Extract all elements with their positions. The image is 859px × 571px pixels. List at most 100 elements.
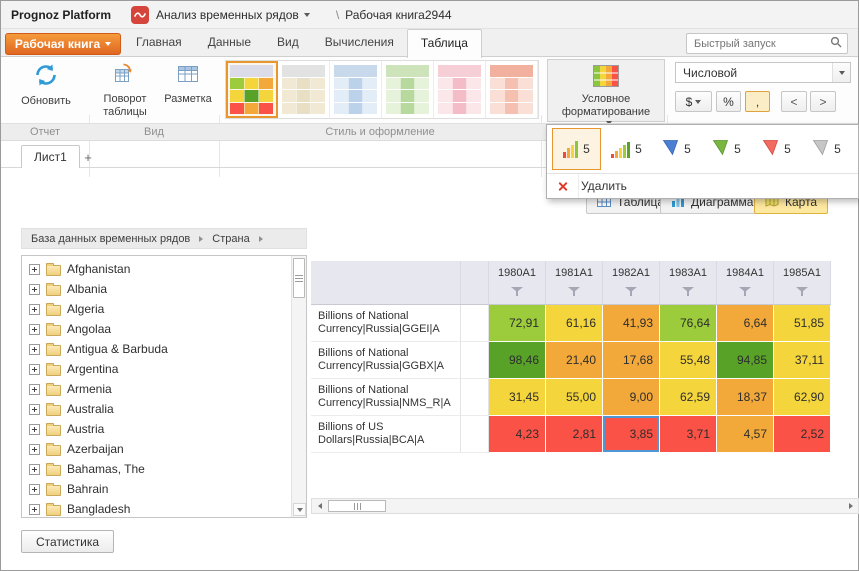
grid-cell[interactable]: 31,45 (489, 379, 546, 416)
tree-item[interactable]: Albania (29, 279, 289, 299)
grid-cell[interactable]: 2,52 (774, 416, 831, 453)
layout-button[interactable]: Разметка (159, 62, 217, 106)
tree-item[interactable]: Antigua & Barbuda (29, 339, 289, 359)
decrease-decimals-button[interactable]: < (781, 91, 807, 112)
expand-plus-icon[interactable] (29, 444, 40, 455)
scrollbar-thumb[interactable] (328, 500, 386, 512)
app-logo-icon[interactable] (131, 6, 149, 24)
tree-scrollbar[interactable] (291, 256, 306, 517)
filter-icon[interactable] (796, 287, 808, 297)
tree-item[interactable]: Algeria (29, 299, 289, 319)
expand-plus-icon[interactable] (29, 284, 40, 295)
expand-plus-icon[interactable] (29, 464, 40, 475)
grid-cell[interactable]: 21,40 (546, 342, 603, 379)
scrollbar-down-button[interactable] (293, 503, 306, 516)
expand-plus-icon[interactable] (29, 364, 40, 375)
expand-plus-icon[interactable] (29, 384, 40, 395)
app-menu-button[interactable]: Анализ временных рядов (156, 8, 310, 22)
grid-column-header[interactable]: 1983A1 (660, 261, 717, 304)
conditional-formatting-button[interactable]: Условное форматирование (547, 59, 665, 122)
tree-item[interactable]: Azerbaijan (29, 439, 289, 459)
search-icon[interactable] (830, 36, 842, 51)
menu-item-delete[interactable]: Удалить (547, 173, 858, 198)
expand-plus-icon[interactable] (29, 404, 40, 415)
breadcrumb-country[interactable]: Страна (212, 233, 249, 245)
icon-set-cone-red[interactable]: 5 (752, 128, 801, 170)
quick-search-input[interactable] (692, 37, 830, 51)
table-style-thumbnail[interactable] (434, 61, 486, 118)
grid-row-header[interactable]: Billions of US Dollars|Russia|BCA|A (311, 416, 461, 453)
grid-column-header[interactable]: 1985A1 (774, 261, 831, 304)
tree-item[interactable]: Argentina (29, 359, 289, 379)
grid-row-header[interactable]: Billions of National Currency|Russia|GGE… (311, 305, 461, 342)
tree-item[interactable]: Angolaa (29, 319, 289, 339)
table-style-thumbnail[interactable] (278, 61, 330, 118)
tree-item[interactable]: Bangladesh (29, 499, 289, 516)
grid-cell[interactable]: 94,85 (717, 342, 774, 379)
expand-plus-icon[interactable] (29, 264, 40, 275)
grid-cell[interactable]: 55,00 (546, 379, 603, 416)
currency-format-button[interactable]: $ (675, 91, 712, 112)
grid-cell[interactable]: 98,46 (489, 342, 546, 379)
table-style-thumbnail[interactable] (226, 61, 278, 118)
grid-row-header[interactable]: Billions of National Currency|Russia|GGB… (311, 342, 461, 379)
grid-cell[interactable]: 51,85 (774, 305, 831, 342)
grid-cell[interactable]: 55,48 (660, 342, 717, 379)
scrollbar-left-button[interactable] (312, 499, 327, 513)
workbook-menu-button[interactable]: Рабочая книга (5, 33, 121, 55)
grid-column-header[interactable]: 1981A1 (546, 261, 603, 304)
grid-cell[interactable]: 41,93 (603, 305, 660, 342)
expand-plus-icon[interactable] (29, 304, 40, 315)
grid-cell[interactable]: 17,68 (603, 342, 660, 379)
grid-cell[interactable]: 2,81 (546, 416, 603, 453)
table-style-thumbnail[interactable] (382, 61, 434, 118)
icon-set-cone-green[interactable]: 5 (702, 128, 751, 170)
grid-column-header[interactable]: 1984A1 (717, 261, 774, 304)
grid-cell[interactable]: 37,11 (774, 342, 831, 379)
quick-search-box[interactable] (686, 33, 848, 54)
grid-cell[interactable]: 76,64 (660, 305, 717, 342)
breadcrumb-database[interactable]: База данных временных рядов (31, 233, 190, 245)
grid-cell[interactable]: 9,00 (603, 379, 660, 416)
tab-glavnaya[interactable]: Главная (123, 29, 195, 57)
tree-item[interactable]: Austria (29, 419, 289, 439)
sheet-tab-list1[interactable]: Лист1 (21, 145, 80, 168)
filter-icon[interactable] (568, 287, 580, 297)
grid-cell[interactable]: 3,71 (660, 416, 717, 453)
increase-decimals-button[interactable]: > (810, 91, 836, 112)
number-format-select[interactable]: Числовой (675, 62, 851, 83)
grid-row-header[interactable]: Billions of National Currency|Russia|NMS… (311, 379, 461, 416)
statistics-button[interactable]: Статистика (21, 530, 114, 553)
grid-cell[interactable]: 61,16 (546, 305, 603, 342)
grid-cell-selected[interactable]: 3,85 (603, 416, 660, 453)
filter-icon[interactable] (682, 287, 694, 297)
scrollbar-thumb[interactable] (293, 258, 305, 298)
expand-plus-icon[interactable] (29, 504, 40, 515)
expand-plus-icon[interactable] (29, 424, 40, 435)
grid-cell[interactable]: 72,91 (489, 305, 546, 342)
tree-item[interactable]: Armenia (29, 379, 289, 399)
expand-plus-icon[interactable] (29, 324, 40, 335)
tree-item[interactable]: Bahamas, The (29, 459, 289, 479)
tab-vychisleniya[interactable]: Вычисления (312, 29, 407, 57)
tree-item[interactable]: Australia (29, 399, 289, 419)
add-sheet-button[interactable]: + (77, 147, 99, 167)
grid-cell[interactable]: 6,64 (717, 305, 774, 342)
icon-set-cone-blue[interactable]: 5 (652, 128, 701, 170)
tab-vid[interactable]: Вид (264, 29, 312, 57)
tree-item[interactable]: Afghanistan (29, 259, 289, 279)
filter-icon[interactable] (739, 287, 751, 297)
grid-column-header[interactable]: 1980A1 (489, 261, 546, 304)
tab-dannye[interactable]: Данные (195, 29, 264, 57)
pivot-table-button[interactable]: Поворот таблицы (93, 62, 157, 119)
percent-format-button[interactable]: % (716, 91, 741, 112)
grid-cell[interactable]: 4,57 (717, 416, 774, 453)
grid-cell[interactable]: 62,59 (660, 379, 717, 416)
thousands-separator-button[interactable]: , (745, 91, 770, 112)
filter-icon[interactable] (511, 287, 523, 297)
grid-cell[interactable]: 62,90 (774, 379, 831, 416)
grid-column-header[interactable]: 1982A1 (603, 261, 660, 304)
table-style-thumbnail[interactable] (330, 61, 382, 118)
tab-tablitsa[interactable]: Таблица (407, 29, 482, 58)
grid-horizontal-scrollbar[interactable] (311, 498, 859, 514)
